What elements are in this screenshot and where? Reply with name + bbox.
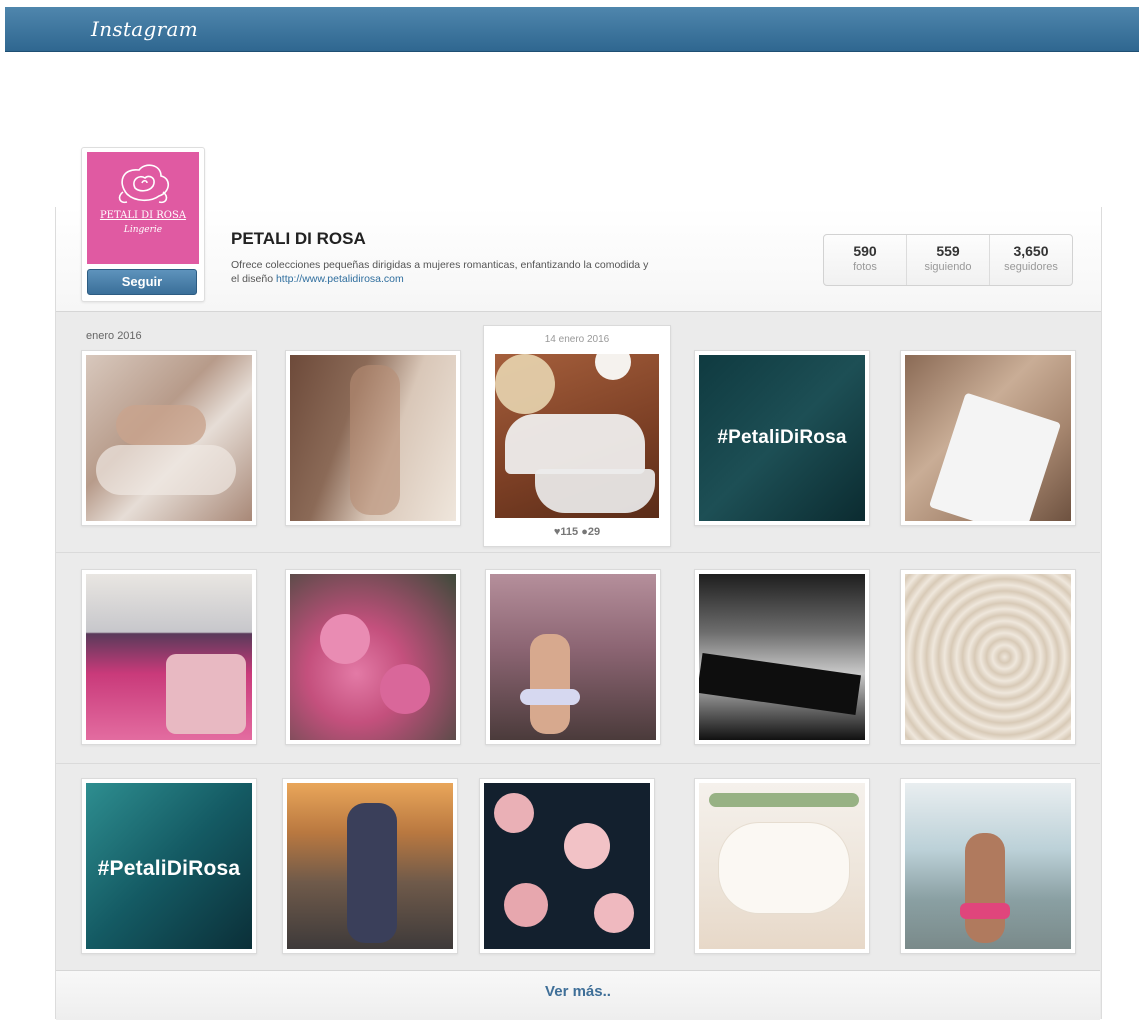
row-divider: [56, 763, 1100, 764]
stat-followers-count: 3,650: [1013, 243, 1049, 259]
photo-image: [86, 355, 252, 521]
photo-tile[interactable]: [900, 350, 1076, 526]
profile-stats: 590 fotos 559 siguiendo 3,650 seguidores: [823, 234, 1073, 286]
photo-image: [699, 574, 865, 740]
photo-image: [699, 783, 865, 949]
stat-photos-count: 590: [853, 243, 877, 259]
rose-logo-icon: [118, 164, 170, 204]
stat-photos-label: fotos: [853, 261, 877, 273]
photo-image: [290, 355, 456, 521]
hashtag-overlay: #PetaliDiRosa: [97, 857, 241, 880]
photo-image: [86, 574, 252, 740]
stat-following-label: siguiendo: [924, 261, 972, 273]
follow-button[interactable]: Seguir: [87, 269, 197, 295]
photo-tile[interactable]: #PetaliDiRosa: [694, 350, 870, 526]
stat-followers[interactable]: 3,650 seguidores: [989, 235, 1072, 285]
photo-image: #PetaliDiRosa: [86, 783, 252, 949]
photo-image: [905, 783, 1071, 949]
photo-tile[interactable]: [81, 350, 257, 526]
profile-card: PETALI DI ROSA Lingerie Seguir: [81, 147, 205, 302]
stat-following[interactable]: 559 siguiendo: [906, 235, 989, 285]
likes-count: 115: [560, 526, 579, 538]
comment-icon: ●: [581, 526, 588, 538]
photo-image: [905, 574, 1071, 740]
stat-photos[interactable]: 590 fotos: [824, 235, 906, 285]
photo-date: 14 enero 2016: [544, 334, 610, 345]
profile-name: PETALI DI ROSA: [231, 229, 366, 248]
website-link[interactable]: http://www.petalidirosa.com: [276, 273, 404, 285]
photo-engagement: ♥115 ●29: [484, 526, 670, 538]
featured-photo-card[interactable]: 14 enero 2016 ♥115 ●29: [483, 325, 671, 547]
photo-image: [287, 783, 453, 949]
top-nav-bar: Instagram: [5, 7, 1139, 52]
photo-image: [495, 354, 659, 518]
photo-tile[interactable]: [900, 778, 1076, 954]
comments-count: 29: [587, 526, 601, 538]
photo-tile[interactable]: [479, 778, 655, 954]
photo-tile[interactable]: [285, 350, 461, 526]
profile-avatar[interactable]: PETALI DI ROSA Lingerie: [87, 152, 199, 264]
photo-image: [290, 574, 456, 740]
photo-image: [484, 783, 650, 949]
photo-tile[interactable]: [694, 778, 870, 954]
hashtag-overlay: #PetaliDiRosa: [717, 427, 847, 448]
feed-footer: Ver más..: [56, 970, 1100, 1020]
photo-tile[interactable]: #PetaliDiRosa: [81, 778, 257, 954]
profile-bio: Ofrece colecciones pequeñas dirigidas a …: [231, 258, 651, 286]
avatar-brand-text: PETALI DI ROSA: [99, 210, 187, 221]
stat-following-count: 559: [936, 243, 960, 259]
photo-tile[interactable]: [485, 569, 661, 745]
photo-tile[interactable]: [282, 778, 458, 954]
row-divider: [56, 552, 1100, 553]
stat-followers-label: seguidores: [1004, 261, 1058, 273]
photo-tile[interactable]: [285, 569, 461, 745]
photo-image: #PetaliDiRosa: [699, 355, 865, 521]
photo-tile[interactable]: [694, 569, 870, 745]
photo-tile[interactable]: [81, 569, 257, 745]
photo-image: [490, 574, 656, 740]
photo-image: [905, 355, 1071, 521]
month-label: enero 2016: [86, 330, 142, 342]
photo-tile[interactable]: [900, 569, 1076, 745]
load-more-button[interactable]: Ver más..: [56, 983, 1100, 1000]
avatar-subtitle: Lingerie: [123, 225, 163, 235]
instagram-logo[interactable]: Instagram: [91, 17, 198, 41]
